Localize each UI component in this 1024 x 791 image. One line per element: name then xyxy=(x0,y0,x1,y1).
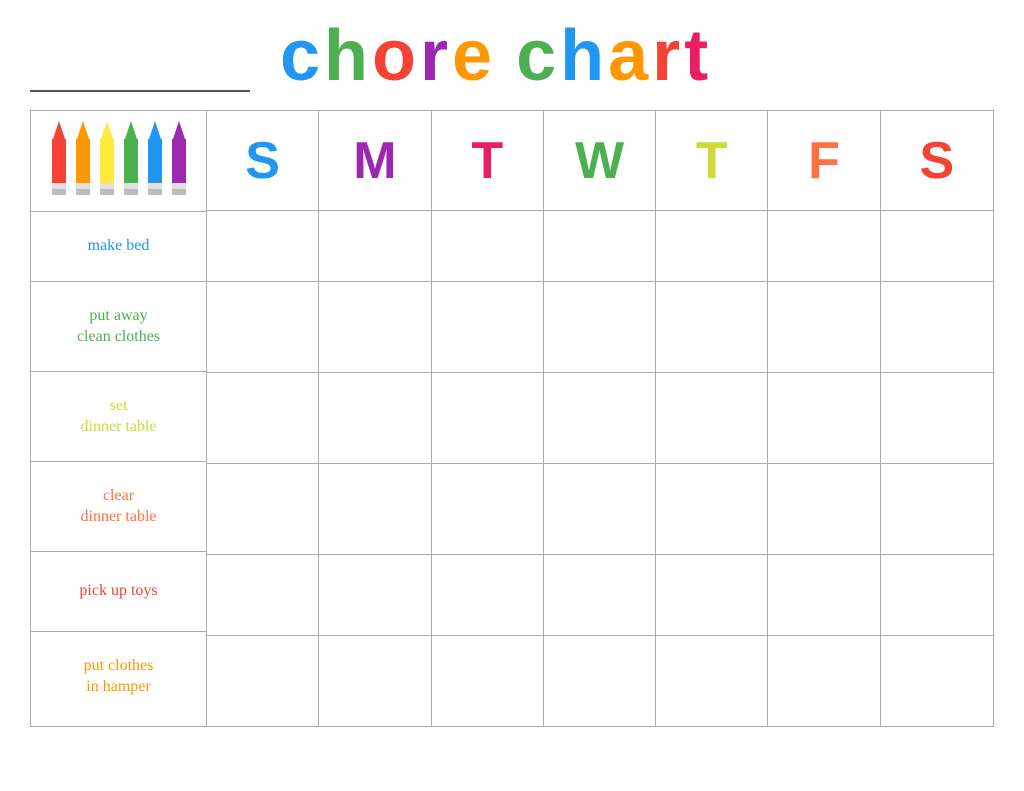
chore-make-bed: make bed xyxy=(31,211,206,281)
cell-put-s1[interactable] xyxy=(207,282,319,372)
row-clear-dinner xyxy=(207,464,993,555)
cell-clear-f[interactable] xyxy=(768,464,880,554)
cell-pick-t1[interactable] xyxy=(432,555,544,635)
title: c h o r e c h a r t xyxy=(280,20,712,92)
cell-hamper-t2[interactable] xyxy=(656,636,768,726)
crayons xyxy=(34,111,204,211)
row-pick-toys xyxy=(207,555,993,636)
cell-set-w[interactable] xyxy=(544,373,656,463)
cell-make-f[interactable] xyxy=(768,211,880,281)
cell-put-w[interactable] xyxy=(544,282,656,372)
cell-clear-t2[interactable] xyxy=(656,464,768,554)
chore-clear-dinner: cleardinner table xyxy=(31,461,206,551)
day-tuesday: T xyxy=(432,111,544,210)
day-monday: M xyxy=(319,111,431,210)
day-header-row: S M T W T F S xyxy=(207,111,993,211)
title-word-chart: c h a r t xyxy=(516,20,712,92)
crayon-orange xyxy=(73,121,93,201)
letter-r: r xyxy=(420,20,452,92)
chore-pick-toys: pick up toys xyxy=(31,551,206,631)
letter-t: t xyxy=(684,20,712,92)
cell-put-t2[interactable] xyxy=(656,282,768,372)
cell-make-m[interactable] xyxy=(319,211,431,281)
day-thursday: T xyxy=(656,111,768,210)
letter-h2: h xyxy=(560,20,608,92)
day-sunday: S xyxy=(207,111,319,210)
cell-make-s1[interactable] xyxy=(207,211,319,281)
crayon-yellow xyxy=(97,121,117,201)
cell-make-t2[interactable] xyxy=(656,211,768,281)
chore-set-dinner: setdinner table xyxy=(31,371,206,461)
cell-pick-f[interactable] xyxy=(768,555,880,635)
cell-set-s2[interactable] xyxy=(881,373,993,463)
day-saturday: S xyxy=(881,111,993,210)
cell-clear-m[interactable] xyxy=(319,464,431,554)
cell-hamper-s2[interactable] xyxy=(881,636,993,726)
cell-pick-m[interactable] xyxy=(319,555,431,635)
chore-put-hamper: put clothesin hamper xyxy=(31,631,206,721)
cell-clear-s1[interactable] xyxy=(207,464,319,554)
page: c h o r e c h a r t xyxy=(0,0,1024,791)
cell-hamper-f[interactable] xyxy=(768,636,880,726)
cell-set-m[interactable] xyxy=(319,373,431,463)
crayon-green xyxy=(121,121,141,201)
chart-area: make bed put awayclean clothes setdinner… xyxy=(30,110,994,727)
cell-set-s1[interactable] xyxy=(207,373,319,463)
cell-hamper-w[interactable] xyxy=(544,636,656,726)
chore-put-away: put awayclean clothes xyxy=(31,281,206,371)
cell-pick-s2[interactable] xyxy=(881,555,993,635)
title-word-chore: c h o r e xyxy=(280,20,496,92)
row-make-bed xyxy=(207,211,993,282)
cell-hamper-s1[interactable] xyxy=(207,636,319,726)
cell-make-s2[interactable] xyxy=(881,211,993,281)
letter-h: h xyxy=(324,20,372,92)
cell-put-t1[interactable] xyxy=(432,282,544,372)
letter-c2: c xyxy=(516,20,560,92)
cell-put-m[interactable] xyxy=(319,282,431,372)
letter-r2: r xyxy=(652,20,684,92)
row-hamper xyxy=(207,636,993,726)
cell-make-w[interactable] xyxy=(544,211,656,281)
cell-pick-t2[interactable] xyxy=(656,555,768,635)
letter-c: c xyxy=(280,20,324,92)
crayon-purple xyxy=(169,121,189,201)
cell-hamper-t1[interactable] xyxy=(432,636,544,726)
header: c h o r e c h a r t xyxy=(30,20,994,92)
cell-clear-t1[interactable] xyxy=(432,464,544,554)
cell-hamper-m[interactable] xyxy=(319,636,431,726)
row-put-away xyxy=(207,282,993,373)
letter-o: o xyxy=(372,20,420,92)
title-space xyxy=(496,20,516,92)
cell-set-t1[interactable] xyxy=(432,373,544,463)
name-line[interactable] xyxy=(30,62,250,92)
cell-put-f[interactable] xyxy=(768,282,880,372)
cell-set-f[interactable] xyxy=(768,373,880,463)
cell-pick-s1[interactable] xyxy=(207,555,319,635)
letter-a: a xyxy=(608,20,652,92)
cell-pick-w[interactable] xyxy=(544,555,656,635)
cell-put-s2[interactable] xyxy=(881,282,993,372)
cell-set-t2[interactable] xyxy=(656,373,768,463)
grid-area: S M T W T F S xyxy=(206,111,993,726)
crayon-blue xyxy=(145,121,165,201)
day-wednesday: W xyxy=(544,111,656,210)
cell-make-t1[interactable] xyxy=(432,211,544,281)
crayon-red xyxy=(49,121,69,201)
day-friday: F xyxy=(768,111,880,210)
cell-clear-s2[interactable] xyxy=(881,464,993,554)
row-set-dinner xyxy=(207,373,993,464)
left-column: make bed put awayclean clothes setdinner… xyxy=(31,111,206,721)
crayon-row xyxy=(31,111,206,211)
letter-e: e xyxy=(452,20,496,92)
cell-clear-w[interactable] xyxy=(544,464,656,554)
